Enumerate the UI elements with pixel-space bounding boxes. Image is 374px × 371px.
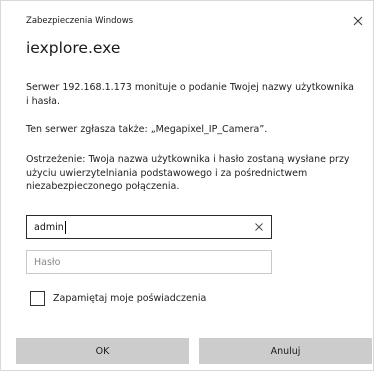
ok-button[interactable]: OK <box>16 338 189 364</box>
clear-icon <box>255 223 263 231</box>
text-caret <box>64 220 66 234</box>
remember-label: Zapamiętaj moje poświadczenia <box>53 293 207 304</box>
close-icon <box>353 16 363 26</box>
username-input[interactable]: admin <box>26 215 272 239</box>
server-report-text: Ten serwer zgłasza także: „Megapixel_IP_… <box>26 124 268 135</box>
window-title: Zabezpieczenia Windows <box>26 16 134 26</box>
remember-credentials-option[interactable]: Zapamiętaj moje poświadczenia <box>30 291 206 306</box>
server-request-text: Serwer 192.168.1.173 monituje o podanie … <box>26 82 354 107</box>
username-value: admin <box>34 221 64 233</box>
remember-checkbox[interactable] <box>30 291 45 306</box>
app-title: iexplore.exe <box>26 39 121 57</box>
clear-username-button[interactable] <box>253 221 265 233</box>
password-input[interactable]: Hasło <box>26 250 272 274</box>
credential-dialog: Zabezpieczenia Windows iexplore.exe Serw… <box>0 0 374 371</box>
cancel-button[interactable]: Anuluj <box>199 338 372 364</box>
security-warning-text: Ostrzeżenie: Twoja nazwa użytkownika i h… <box>26 154 350 192</box>
close-button[interactable] <box>349 12 367 30</box>
password-placeholder: Hasło <box>34 256 61 268</box>
